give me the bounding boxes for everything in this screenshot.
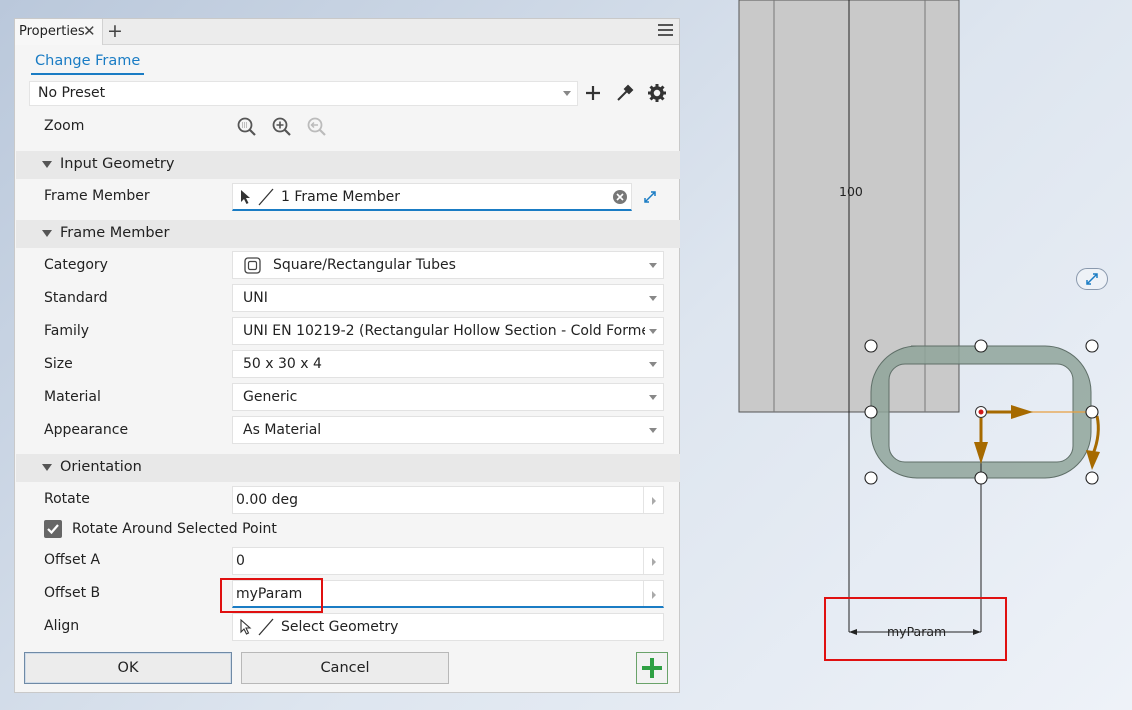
triangle-down-icon bbox=[42, 464, 52, 471]
size-value: 50 x 30 x 4 bbox=[243, 356, 322, 372]
appearance-dropdown[interactable]: As Material bbox=[232, 416, 664, 444]
rotate-around-label: Rotate Around Selected Point bbox=[72, 521, 277, 537]
offset-a-input[interactable]: 0 bbox=[232, 547, 664, 575]
model-view bbox=[738, 0, 1100, 661]
graphics-canvas[interactable]: 100 myParam bbox=[681, 0, 1132, 710]
close-icon[interactable]: ✕ bbox=[83, 22, 96, 40]
offset-a-label: Offset A bbox=[44, 552, 101, 568]
appearance-label: Appearance bbox=[44, 422, 129, 438]
chevron-down-icon bbox=[649, 296, 657, 301]
check-icon bbox=[47, 524, 59, 535]
chevron-down-icon bbox=[649, 395, 657, 400]
tab-bar: Properties ✕ + bbox=[15, 19, 679, 45]
cursor-icon bbox=[239, 189, 253, 209]
zoom-previous-icon[interactable] bbox=[306, 116, 328, 142]
frame-member-value: 1 Frame Member bbox=[281, 189, 401, 205]
eyedropper-icon[interactable] bbox=[614, 82, 636, 104]
section-frame-member[interactable]: Frame Member bbox=[16, 220, 680, 248]
offset-b-label: Offset B bbox=[44, 585, 101, 601]
flip-icon bbox=[1086, 273, 1098, 285]
frame-member-label: Frame Member bbox=[44, 188, 150, 204]
standard-label: Standard bbox=[44, 290, 108, 306]
arrow-right-icon[interactable] bbox=[1011, 405, 1033, 419]
category-label: Category bbox=[44, 257, 108, 273]
chevron-down-icon bbox=[563, 91, 571, 96]
dimension-top[interactable]: 100 bbox=[839, 184, 863, 199]
rotate-value: 0.00 deg bbox=[236, 492, 299, 508]
chevron-down-icon bbox=[649, 329, 657, 334]
flip-icon[interactable] bbox=[641, 188, 659, 210]
rotate-arrow-icon[interactable] bbox=[1086, 450, 1100, 470]
plus-icon[interactable] bbox=[582, 82, 604, 104]
triangle-down-icon bbox=[42, 230, 52, 237]
properties-panel: Properties ✕ + Change Frame No Preset Zo… bbox=[14, 18, 680, 693]
rotate-label: Rotate bbox=[44, 491, 90, 507]
zoom-label: Zoom bbox=[44, 118, 85, 134]
square-profile-icon bbox=[244, 257, 261, 278]
chevron-down-icon bbox=[649, 263, 657, 268]
arrow-down-icon[interactable] bbox=[974, 442, 988, 464]
standard-value: UNI bbox=[243, 290, 268, 306]
section-frame-member-title: Frame Member bbox=[60, 225, 170, 241]
tab-properties-label: Properties bbox=[19, 24, 85, 39]
rotate-around-checkbox[interactable] bbox=[44, 520, 62, 538]
flip-direction-button[interactable] bbox=[1076, 268, 1108, 290]
plus-icon[interactable]: + bbox=[107, 20, 123, 42]
material-dropdown[interactable]: Generic bbox=[232, 383, 664, 411]
change-frame-link[interactable]: Change Frame bbox=[31, 51, 145, 75]
highlight-box bbox=[220, 578, 323, 613]
category-dropdown[interactable]: Square/Rectangular Tubes bbox=[232, 251, 664, 279]
offset-a-value: 0 bbox=[236, 553, 245, 569]
align-value: Select Geometry bbox=[281, 619, 399, 635]
appearance-value: As Material bbox=[243, 422, 322, 438]
section-orientation-title: Orientation bbox=[60, 459, 142, 475]
ok-button[interactable]: OK bbox=[24, 652, 232, 684]
spin-arrow-icon[interactable] bbox=[643, 487, 663, 513]
zoom-all-icon[interactable] bbox=[236, 116, 258, 142]
clear-icon[interactable] bbox=[612, 189, 628, 209]
material-value: Generic bbox=[243, 389, 298, 405]
gear-icon[interactable] bbox=[646, 82, 668, 104]
menu-icon[interactable] bbox=[658, 24, 673, 38]
size-label: Size bbox=[44, 356, 73, 372]
triangle-down-icon bbox=[42, 161, 52, 168]
section-orientation[interactable]: Orientation bbox=[16, 454, 680, 482]
rotate-input[interactable]: 0.00 deg bbox=[232, 486, 664, 514]
line-icon bbox=[258, 618, 274, 640]
frame-member-selector[interactable]: 1 Frame Member bbox=[232, 183, 632, 211]
category-value: Square/Rectangular Tubes bbox=[273, 257, 456, 273]
family-value: UNI EN 10219-2 (Rectangular Hollow Secti… bbox=[243, 323, 645, 339]
chevron-down-icon bbox=[649, 428, 657, 433]
material-label: Material bbox=[44, 389, 101, 405]
add-icon bbox=[642, 658, 662, 678]
spin-arrow-icon[interactable] bbox=[643, 548, 663, 574]
family-label: Family bbox=[44, 323, 90, 339]
line-icon bbox=[258, 188, 274, 210]
tab-properties[interactable]: Properties ✕ bbox=[15, 19, 103, 45]
cancel-button[interactable]: Cancel bbox=[241, 652, 449, 684]
section-input-geometry-title: Input Geometry bbox=[60, 156, 175, 172]
align-label: Align bbox=[44, 618, 80, 634]
chevron-down-icon bbox=[649, 362, 657, 367]
family-dropdown[interactable]: UNI EN 10219-2 (Rectangular Hollow Secti… bbox=[232, 317, 664, 345]
spin-arrow-icon[interactable] bbox=[643, 581, 663, 606]
zoom-in-icon[interactable] bbox=[271, 116, 293, 142]
standard-dropdown[interactable]: UNI bbox=[232, 284, 664, 312]
apply-button[interactable] bbox=[636, 652, 668, 684]
align-selector[interactable]: Select Geometry bbox=[232, 613, 664, 641]
preset-value: No Preset bbox=[38, 85, 106, 101]
preset-dropdown[interactable]: No Preset bbox=[29, 81, 578, 106]
size-dropdown[interactable]: 50 x 30 x 4 bbox=[232, 350, 664, 378]
dimension-bottom[interactable]: myParam bbox=[887, 624, 946, 639]
section-input-geometry[interactable]: Input Geometry bbox=[16, 151, 680, 179]
cursor-icon bbox=[239, 618, 253, 639]
